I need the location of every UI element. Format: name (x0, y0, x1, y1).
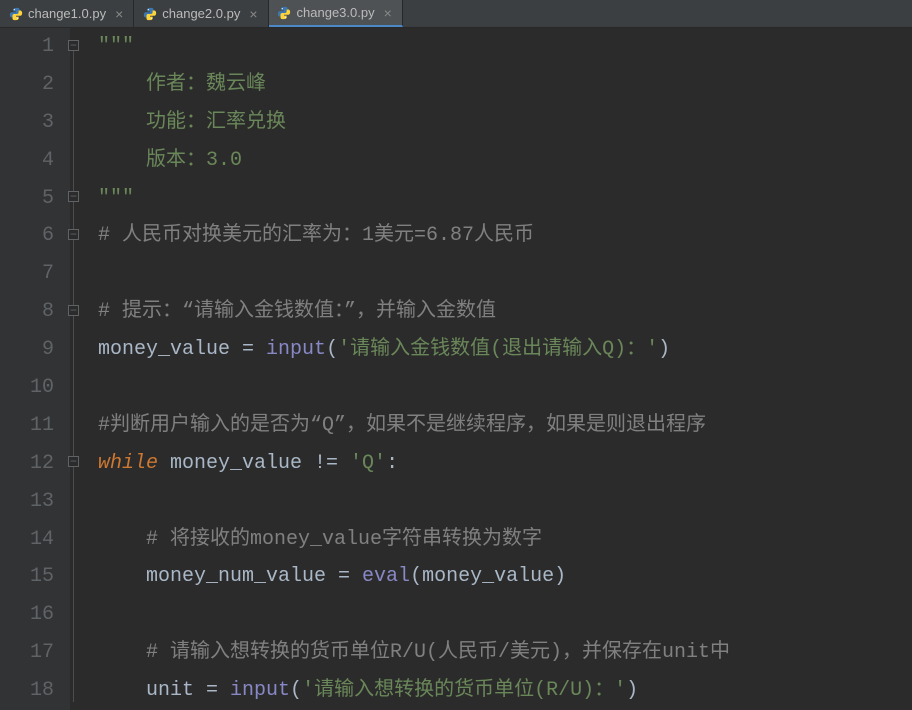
code-line[interactable]: # 请输入想转换的货币单位R/U(人民币/美元)，并保存在unit中 (98, 634, 912, 672)
tab-label: change2.0.py (162, 6, 240, 21)
line-number: 18 (0, 672, 54, 710)
fold-toggle-icon[interactable]: − (68, 40, 79, 51)
code-line[interactable]: money_value = input('请输入金钱数值(退出请输入Q)：') (98, 331, 912, 369)
tab-bar: change1.0.py × change2.0.py × change3.0.… (0, 0, 912, 28)
line-number: 16 (0, 596, 54, 634)
close-icon[interactable]: × (247, 6, 259, 22)
tab-label: change1.0.py (28, 6, 106, 21)
line-number: 5 (0, 180, 54, 218)
code-line[interactable]: """ (98, 28, 912, 66)
close-icon[interactable]: × (113, 6, 125, 22)
code-line[interactable]: 作者：魏云峰 (98, 66, 912, 104)
line-number: 2 (0, 66, 54, 104)
code-content[interactable]: − − − − − """ 作者：魏云峰 功能：汇率兑换 版本：3.0 """ … (70, 28, 912, 710)
line-number: 14 (0, 521, 54, 559)
fold-toggle-icon[interactable]: − (68, 191, 79, 202)
code-line[interactable]: 版本：3.0 (98, 142, 912, 180)
line-number: 7 (0, 255, 54, 293)
line-number: 4 (0, 142, 54, 180)
line-number: 3 (0, 104, 54, 142)
code-line[interactable]: # 提示：“请输入金钱数值：”，并输入金数值 (98, 293, 912, 331)
line-number: 1 (0, 28, 54, 66)
code-editor[interactable]: 1 2 3 4 5 6 7 8 9 10 11 12 13 14 15 16 1… (0, 28, 912, 710)
code-line[interactable] (98, 483, 912, 521)
code-line[interactable]: """ (98, 180, 912, 218)
python-file-icon (8, 6, 23, 21)
code-line[interactable] (98, 596, 912, 634)
code-line[interactable]: #判断用户输入的是否为“Q”，如果不是继续程序，如果是则退出程序 (98, 407, 912, 445)
code-line[interactable]: 功能：汇率兑换 (98, 104, 912, 142)
code-line[interactable]: # 人民币对换美元的汇率为：1美元=6.87人民币 (98, 217, 912, 255)
line-number: 11 (0, 407, 54, 445)
fold-toggle-icon[interactable]: − (68, 229, 79, 240)
line-number: 13 (0, 483, 54, 521)
fold-toggle-icon[interactable]: − (68, 305, 79, 316)
code-line[interactable] (98, 255, 912, 293)
line-number: 12 (0, 445, 54, 483)
close-icon[interactable]: × (382, 5, 394, 21)
line-number: 10 (0, 369, 54, 407)
tab-label: change3.0.py (297, 5, 375, 20)
code-line[interactable]: # 将接收的money_value字符串转换为数字 (98, 521, 912, 559)
line-number: 15 (0, 558, 54, 596)
line-number: 6 (0, 217, 54, 255)
tab-change1[interactable]: change1.0.py × (0, 0, 134, 27)
fold-toggle-icon[interactable]: − (68, 456, 79, 467)
code-line[interactable] (98, 369, 912, 407)
code-line[interactable]: money_num_value = eval(money_value) (98, 558, 912, 596)
line-number: 9 (0, 331, 54, 369)
python-file-icon (277, 5, 292, 20)
line-number-gutter: 1 2 3 4 5 6 7 8 9 10 11 12 13 14 15 16 1… (0, 28, 70, 710)
code-line[interactable]: while money_value != 'Q': (98, 445, 912, 483)
code-line[interactable]: unit = input('请输入想转换的货币单位(R/U)：') (98, 672, 912, 710)
tab-change2[interactable]: change2.0.py × (134, 0, 268, 27)
python-file-icon (142, 6, 157, 21)
fold-guide-line (73, 42, 74, 702)
tab-change3[interactable]: change3.0.py × (269, 0, 403, 27)
line-number: 8 (0, 293, 54, 331)
line-number: 17 (0, 634, 54, 672)
